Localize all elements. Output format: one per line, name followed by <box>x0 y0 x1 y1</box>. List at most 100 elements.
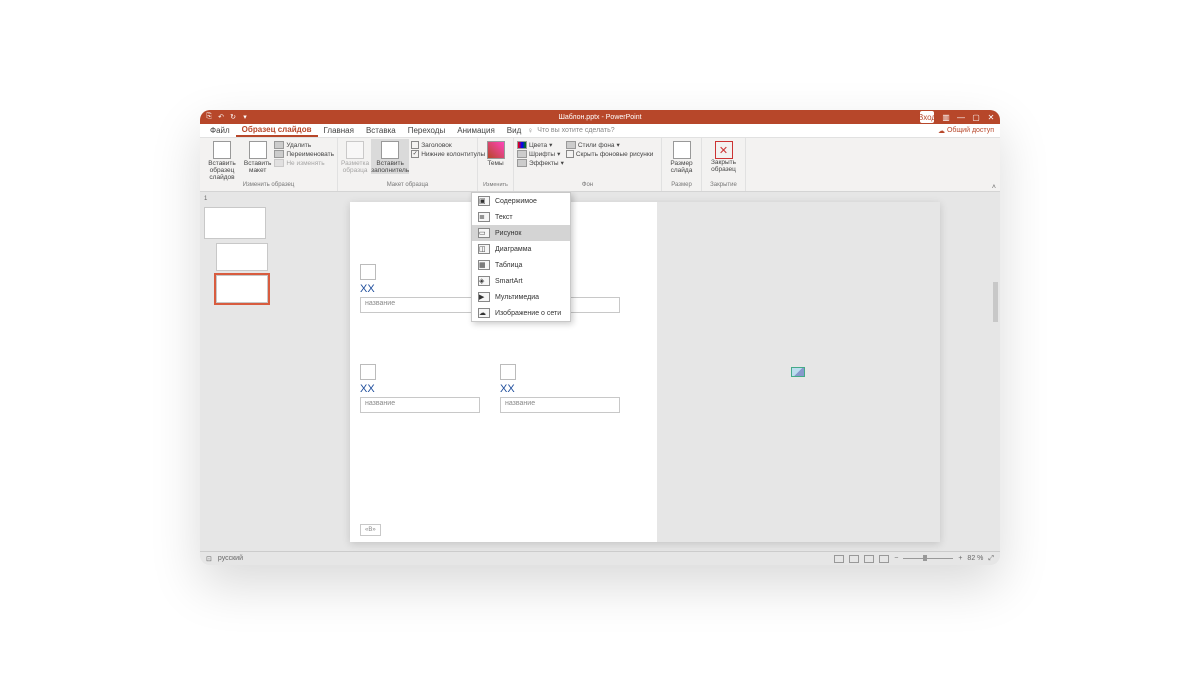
close-master-button[interactable]: ✕ Закрыть образец <box>705 139 742 173</box>
tab-insert[interactable]: Вставка <box>360 124 402 137</box>
zoom-out-icon[interactable]: − <box>894 555 898 562</box>
bg-styles-button[interactable]: Стили фона ▾ <box>566 141 654 149</box>
themes-icon <box>487 141 505 159</box>
dropdown-item-icon: ◈ <box>478 276 490 286</box>
effects-button[interactable]: Эффекты ▾ <box>517 159 564 167</box>
group-size: Размер слайда Размер <box>662 138 702 191</box>
slide-thumbnails-panel: 1 <box>200 192 290 551</box>
qat-more-icon[interactable]: ▾ <box>240 112 250 122</box>
checkbox-checked-icon <box>411 150 419 158</box>
group-close-label: Закрытие <box>705 181 742 190</box>
rename-button[interactable]: Переименовать <box>274 150 334 158</box>
sorter-view-icon[interactable] <box>849 555 859 563</box>
placeholder-1[interactable]: XX название <box>360 264 480 313</box>
language-label[interactable]: русский <box>218 555 243 562</box>
title-bar: ⎘ ↶ ↻ ▾ Шаблон.pptx - PowerPoint Вход ▥ … <box>200 110 1000 124</box>
quick-access-toolbar: ⎘ ↶ ↻ ▾ <box>200 112 254 122</box>
fonts-button[interactable]: Шрифты ▾ <box>517 150 564 158</box>
signin-button[interactable]: Вход <box>920 111 934 123</box>
reading-view-icon[interactable] <box>864 555 874 563</box>
insert-placeholder-button[interactable]: Вставить заполнитель <box>371 139 409 174</box>
placeholder-field[interactable]: название <box>500 397 620 413</box>
app-window: ⎘ ↶ ↻ ▾ Шаблон.pptx - PowerPoint Вход ▥ … <box>200 110 1000 565</box>
slide-size-button[interactable]: Размер слайда <box>665 139 698 174</box>
dropdown-item-label: Содержимое <box>495 198 537 205</box>
placeholder-3[interactable]: XX название <box>360 364 480 413</box>
tab-view[interactable]: Вид <box>501 124 527 137</box>
dropdown-item-label: Диаграмма <box>495 246 531 253</box>
layout-thumbnail-2[interactable] <box>216 275 268 303</box>
group-size-label: Размер <box>665 181 698 190</box>
group-master-layout: Разметка образца Вставить заполнитель За… <box>338 138 478 191</box>
ribbon-tabs: Файл Образец слайдов Главная Вставка Пер… <box>200 124 1000 138</box>
dropdown-item-icon: ☁ <box>478 308 490 318</box>
ribbon: Вставить образец слайдов Вставить макет … <box>200 138 1000 192</box>
themes-button[interactable]: Темы <box>481 139 510 167</box>
dropdown-item-диаграмма[interactable]: ◫Диаграмма <box>472 241 570 257</box>
slideshow-view-icon[interactable] <box>879 555 889 563</box>
placeholder-icon <box>360 264 376 280</box>
dropdown-item-мультимедиа[interactable]: ▶Мультимедиа <box>472 289 570 305</box>
colors-button[interactable]: Цвета ▾ <box>517 141 564 149</box>
minimize-icon[interactable]: — <box>954 111 968 123</box>
dropdown-item-таблица[interactable]: ▦Таблица <box>472 257 570 273</box>
insert-layout-label: Вставить макет <box>243 160 272 174</box>
group-layout-label: Макет образца <box>341 181 474 190</box>
save-icon[interactable]: ⎘ <box>204 112 214 122</box>
master-layout-button: Разметка образца <box>341 139 369 174</box>
master-thumbnail[interactable] <box>204 207 266 239</box>
close-icon[interactable]: ✕ <box>984 111 998 123</box>
slide-canvas[interactable]: XX название XX название XX название XX н… <box>350 202 940 542</box>
insert-master-icon <box>213 141 231 159</box>
insert-slide-master-button[interactable]: Вставить образец слайдов <box>203 139 241 181</box>
group-close: ✕ Закрыть образец Закрытие <box>702 138 746 191</box>
dropdown-item-текст[interactable]: ≣Текст <box>472 209 570 225</box>
placeholder-field[interactable]: название <box>360 397 480 413</box>
footer-placeholder[interactable]: «В» <box>360 524 381 536</box>
tab-home[interactable]: Главная <box>318 124 360 137</box>
tab-transitions[interactable]: Переходы <box>402 124 452 137</box>
preserve-icon <box>274 159 284 167</box>
placeholder-field[interactable]: название <box>360 297 480 313</box>
tab-file[interactable]: Файл <box>204 124 236 137</box>
tellme-input[interactable]: Что вы хотите сделать? <box>537 127 614 134</box>
vertical-scrollbar[interactable] <box>993 282 998 532</box>
zoom-slider[interactable] <box>903 558 953 559</box>
maximize-icon[interactable]: ▢ <box>969 111 983 123</box>
dropdown-item-label: SmartArt <box>495 278 523 285</box>
share-button[interactable]: ☁ Общий доступ <box>938 127 994 135</box>
placeholder-icon <box>500 364 516 380</box>
hide-bg-checkbox[interactable]: Скрыть фоновые рисунки <box>566 150 654 158</box>
layout-thumbnail-1[interactable] <box>216 243 268 271</box>
slide-indicator-icon[interactable]: ⊡ <box>206 555 212 563</box>
tab-animations[interactable]: Анимация <box>451 124 501 137</box>
insert-layout-icon <box>249 141 267 159</box>
zoom-in-icon[interactable]: + <box>958 555 962 562</box>
dropdown-item-изображение о сети[interactable]: ☁Изображение о сети <box>472 305 570 321</box>
group-theme-label: Изменить тему <box>481 181 510 190</box>
undo-icon[interactable]: ↶ <box>216 112 226 122</box>
rename-icon <box>274 150 284 158</box>
insert-layout-button[interactable]: Вставить макет <box>243 139 272 174</box>
placeholder-4[interactable]: XX название <box>500 364 620 413</box>
footers-checkbox[interactable]: Нижние колонтитулы <box>411 150 485 158</box>
tab-slide-master[interactable]: Образец слайдов <box>236 124 318 137</box>
dropdown-item-рисунок[interactable]: ▭Рисунок <box>472 225 570 241</box>
zoom-value[interactable]: 82 % <box>967 555 983 562</box>
effects-icon <box>517 159 527 167</box>
title-checkbox[interactable]: Заголовок <box>411 141 485 149</box>
normal-view-icon[interactable] <box>834 555 844 563</box>
redo-icon[interactable]: ↻ <box>228 112 238 122</box>
dropdown-item-содержимое[interactable]: ▣Содержимое <box>472 193 570 209</box>
delete-button[interactable]: Удалить <box>274 141 334 149</box>
bg-styles-icon <box>566 141 576 149</box>
group-background: Цвета ▾ Шрифты ▾ Эффекты ▾ Стили фона ▾ … <box>514 138 662 191</box>
fit-to-window-icon[interactable]: ⤢ <box>988 555 994 563</box>
dropdown-item-smartart[interactable]: ◈ SmartArt <box>472 273 570 289</box>
ribbon-options-icon[interactable]: ▥ <box>939 111 953 123</box>
window-title: Шаблон.pptx - PowerPoint <box>558 114 641 121</box>
scroll-thumb[interactable] <box>993 282 998 322</box>
share-icon: ☁ <box>938 127 945 135</box>
workspace: 1 XX название XX название <box>200 192 1000 551</box>
collapse-ribbon-icon[interactable]: ˄ <box>992 184 996 191</box>
